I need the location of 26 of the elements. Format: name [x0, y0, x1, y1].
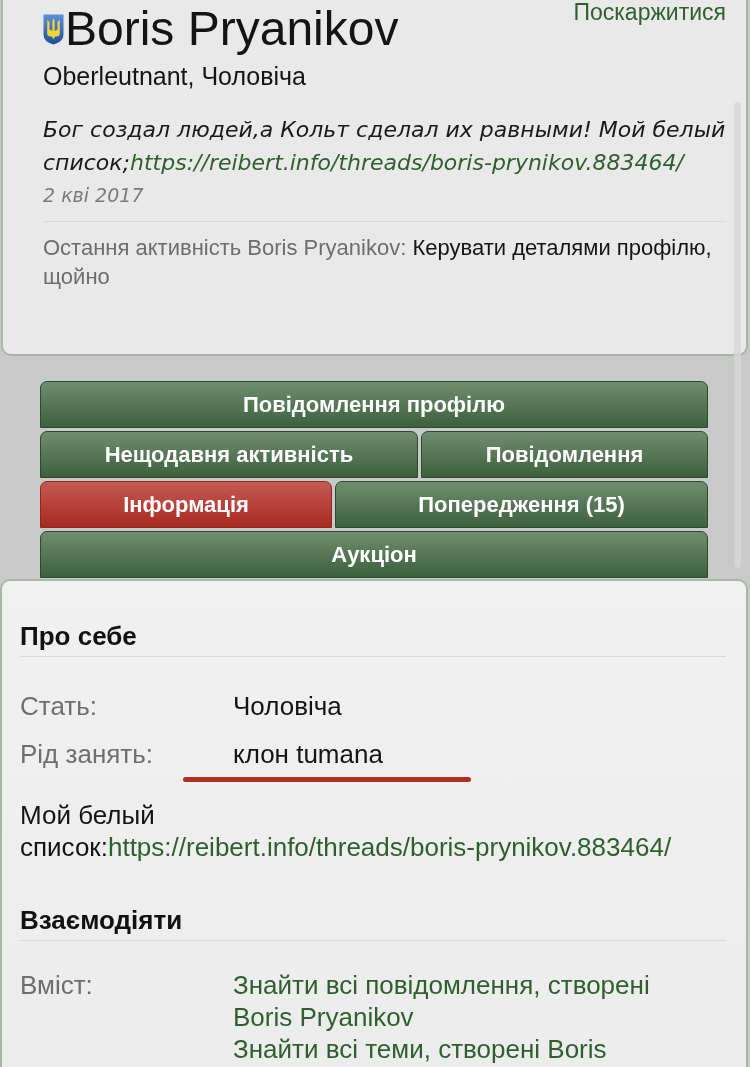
search-link[interactable]: Знайти всі теми, створені Boris [233, 1033, 607, 1065]
profile-name: Boris Pryanikov [65, 2, 399, 56]
field-label: Рід занять: [20, 738, 154, 771]
whitelist-text: Мой белый список:https://reibert.info/threads/boris-prynikov.883464/ [20, 799, 673, 863]
last-activity-text: Остання активність Boris Pryanikov: Керувати деталями профілю, щойно [43, 234, 713, 291]
tab[interactable]: Аукціон [40, 531, 708, 578]
field-label: Стать: [20, 690, 98, 723]
status-link[interactable]: https://reibert.info/threads/boris-prynikov.883464/ [130, 150, 684, 175]
tab[interactable]: Інформація [40, 481, 332, 528]
tab[interactable]: Попередження (15) [335, 481, 708, 528]
tab[interactable]: Повідомлення профілю [40, 381, 708, 428]
scrollbar-thumb[interactable] [734, 102, 741, 568]
thread-link[interactable]: https://reibert.info/threads/boris-prynikov.883464/ [107, 832, 672, 862]
status-date: 2 кві 2017 [43, 184, 144, 206]
section-title: Про себе [20, 621, 138, 651]
search-link[interactable]: Знайти всі повідомлення, створені Boris Pryanikov [233, 969, 693, 1033]
field-value: Чоловіча [233, 690, 342, 723]
profile-subtitle: Oberleutnant, Чоловіча [43, 61, 307, 91]
report-link[interactable]: Поскаржитися [573, 0, 726, 25]
field-value: клон tumana [233, 738, 383, 771]
trident-shield-icon [43, 13, 64, 45]
status-text: Бог создал людей,а Кольт сделал их равными! Мой белый список;https://reibert.info/threads/boris-prynikov.883464/ [43, 117, 726, 175]
section-title: Взаємодіяти [20, 905, 184, 935]
field-label: Вміст: [20, 969, 94, 1001]
tab[interactable]: Нещодавня активність [40, 431, 418, 478]
tab[interactable]: Повідомлення [420, 431, 708, 478]
